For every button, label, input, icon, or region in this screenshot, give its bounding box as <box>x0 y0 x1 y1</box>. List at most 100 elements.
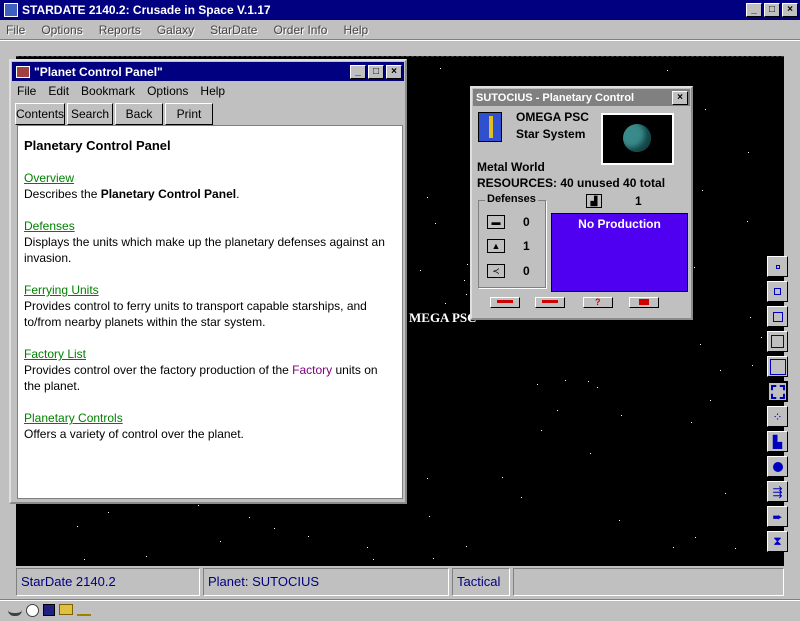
zoom-level-5-button[interactable] <box>767 356 788 377</box>
clock-tool-icon[interactable] <box>26 604 39 617</box>
hourglass-button[interactable]: ⧗ <box>767 531 788 552</box>
select-grid-button[interactable] <box>767 381 788 402</box>
production-list[interactable]: No Production <box>551 213 688 292</box>
star <box>710 400 711 401</box>
zoom-level-3-button[interactable] <box>767 306 788 327</box>
app-icon[interactable] <box>4 3 18 17</box>
star <box>752 365 753 366</box>
defense-gun-count: 1 <box>523 239 530 253</box>
star-system-button[interactable]: ⁘ <box>767 406 788 427</box>
star <box>557 410 558 411</box>
star <box>308 536 309 537</box>
minimize-button[interactable]: _ <box>746 3 762 17</box>
pcp-titlebar: SUTOCIUS - Planetary Control × <box>473 89 690 106</box>
help-link-factory[interactable]: Factory List <box>24 346 396 362</box>
help-search-button[interactable]: Search <box>67 103 113 125</box>
menu-galaxy[interactable]: Galaxy <box>157 23 194 37</box>
help-text-ferrying: Provides control to ferry units to trans… <box>24 299 367 329</box>
map-player-label[interactable]: MEGA PSC <box>409 310 477 326</box>
zoom-level-4-button[interactable] <box>767 331 788 352</box>
zoom-level-1-button[interactable] <box>767 256 788 277</box>
ferry-out-button[interactable] <box>490 297 520 308</box>
defense-fighter-count: 0 <box>523 264 530 278</box>
ferry-in-button[interactable] <box>535 297 565 308</box>
help-text-controls: Offers a variety of control over the pla… <box>24 427 244 441</box>
star <box>249 517 250 518</box>
help-print-button[interactable]: Print <box>165 103 213 125</box>
planet-icon <box>623 124 651 152</box>
scale-tool-icon[interactable] <box>77 604 91 616</box>
exit-panel-button[interactable] <box>629 297 659 308</box>
help-book-icon[interactable] <box>16 65 30 78</box>
owner-emblem-icon[interactable] <box>478 112 502 142</box>
help-menu-options[interactable]: Options <box>147 84 188 98</box>
help-menu-help[interactable]: Help <box>200 84 225 98</box>
help-link-defenses[interactable]: Defenses <box>24 218 396 234</box>
status-blank <box>513 568 784 596</box>
help-close-button[interactable]: × <box>386 64 402 79</box>
star <box>427 197 428 198</box>
star <box>433 558 434 559</box>
menu-stardate[interactable]: StarDate <box>210 23 257 37</box>
close-button[interactable]: × <box>782 3 798 17</box>
open-folder-icon[interactable] <box>59 604 73 615</box>
help-text-defenses: Displays the units which make up the pla… <box>24 235 385 265</box>
help-content: Planetary Control Panel Overview Describ… <box>17 125 403 499</box>
help-heading: Planetary Control Panel <box>24 138 171 153</box>
star <box>521 497 522 498</box>
star <box>440 68 441 69</box>
ship-tool-icon[interactable] <box>8 604 22 616</box>
help-contents-button[interactable]: Contents <box>15 103 65 125</box>
help-text-factory: Provides control over the factory produc… <box>24 363 378 393</box>
pcp-close-button[interactable]: × <box>672 90 688 105</box>
help-menu-file[interactable]: File <box>17 84 36 98</box>
menu-order-info[interactable]: Order Info <box>273 23 327 37</box>
menu-help[interactable]: Help <box>343 23 368 37</box>
fleet-move-button[interactable]: ⇶ <box>767 481 788 502</box>
maximize-button[interactable]: □ <box>764 3 780 17</box>
help-section-ferrying: Ferrying Units Provides control to ferry… <box>24 282 396 330</box>
app-menubar: File Options Reports Galaxy StarDate Ord… <box>6 23 384 37</box>
defense-tank-icon[interactable]: ▬ <box>487 215 505 229</box>
defenses-group: Defenses ▬ 0 ▲ 1 ≺ 0 <box>478 193 546 288</box>
save-disk-icon[interactable] <box>43 604 55 616</box>
menu-options[interactable]: Options <box>41 23 82 37</box>
planetary-control-window: SUTOCIUS - Planetary Control × OMEGA PSC… <box>470 86 693 320</box>
star <box>427 478 428 479</box>
star <box>750 317 751 318</box>
star <box>274 528 275 529</box>
planet-view[interactable] <box>601 113 674 165</box>
help-link-overview[interactable]: Overview <box>24 170 396 186</box>
star <box>588 381 589 382</box>
help-factory-term[interactable]: Factory <box>292 363 332 377</box>
fleet-arrow-button[interactable]: ➨ <box>767 506 788 527</box>
help-menu-bookmark[interactable]: Bookmark <box>81 84 135 98</box>
help-minimize-button[interactable]: _ <box>350 64 366 79</box>
help-menu-edit[interactable]: Edit <box>48 84 69 98</box>
star <box>466 546 467 547</box>
help-window: "Planet Control Panel" _ □ × File Edit B… <box>9 59 407 504</box>
zoom-level-2-button[interactable] <box>767 281 788 302</box>
help-question-button[interactable]: ? <box>583 297 613 308</box>
defense-gun-icon[interactable]: ▲ <box>487 239 505 253</box>
star <box>565 380 566 381</box>
star <box>77 526 78 527</box>
help-link-ferrying[interactable]: Ferrying Units <box>24 282 396 298</box>
app-title: STARDATE 2140.2: Crusade in Space V.1.17 <box>22 3 271 17</box>
planet-view-button[interactable] <box>767 456 788 477</box>
menu-reports[interactable]: Reports <box>99 23 141 37</box>
bottom-divider <box>0 599 800 601</box>
defense-fighter-icon[interactable]: ≺ <box>487 264 505 278</box>
help-back-button[interactable]: Back <box>115 103 163 125</box>
star <box>673 547 674 548</box>
help-text-overview: Describes the Planetary Control Panel. <box>24 187 240 201</box>
defenses-label: Defenses <box>485 193 538 205</box>
help-link-controls[interactable]: Planetary Controls <box>24 410 396 426</box>
star <box>467 264 468 265</box>
factory-icon[interactable]: ▟ <box>586 194 602 208</box>
factory-view-button[interactable]: ▙ <box>767 431 788 452</box>
menu-file[interactable]: File <box>6 23 25 37</box>
star <box>735 548 736 549</box>
help-maximize-button[interactable]: □ <box>368 64 384 79</box>
status-planet: Planet: SUTOCIUS <box>203 568 449 596</box>
